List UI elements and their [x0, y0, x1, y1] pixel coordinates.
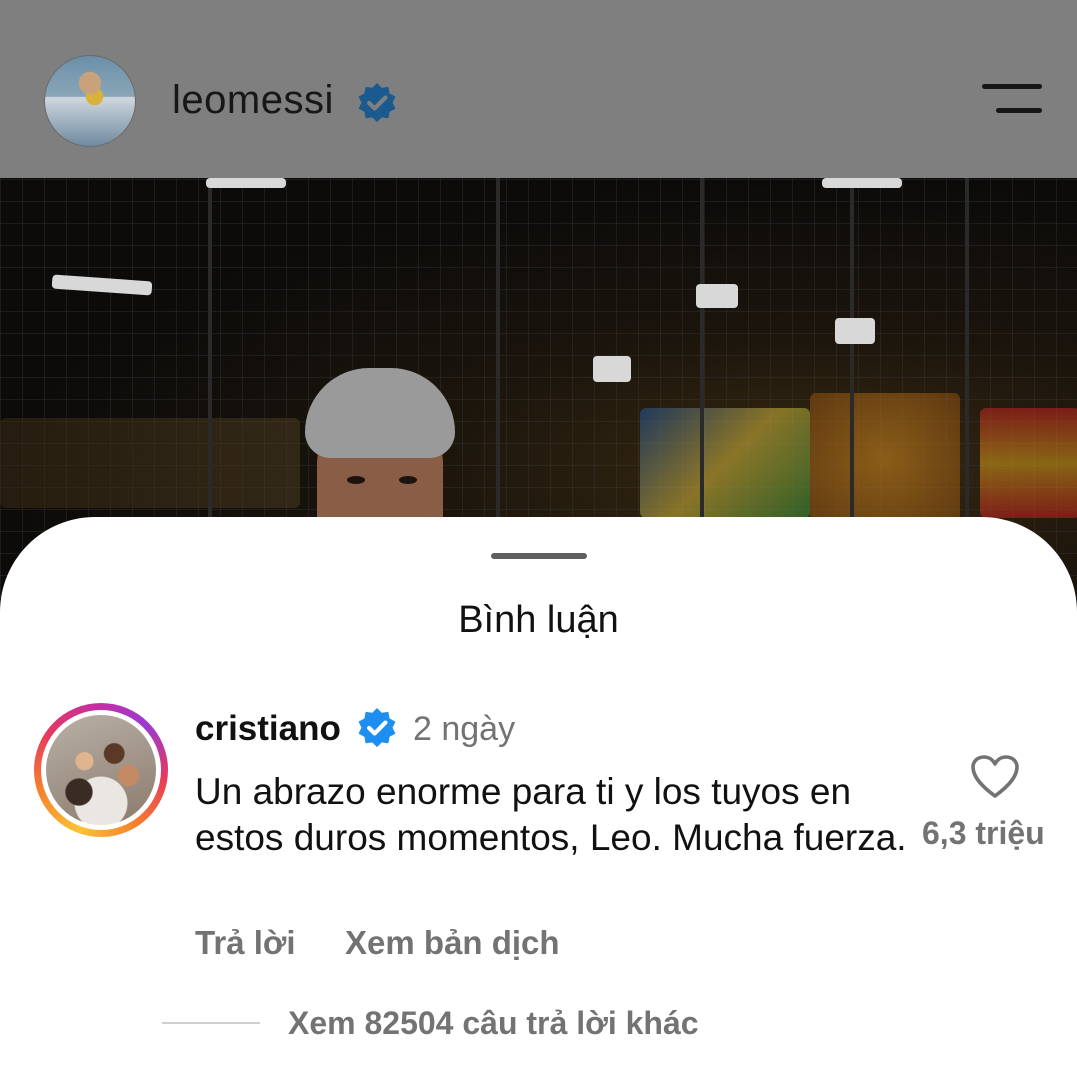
profile-header: leomessi — [0, 0, 1077, 178]
profile-username[interactable]: leomessi — [172, 78, 334, 123]
sheet-drag-handle[interactable] — [491, 553, 587, 559]
view-more-replies-button[interactable]: Xem 82504 câu trả lời khác — [288, 1005, 699, 1042]
commenter-username[interactable]: cristiano — [195, 709, 341, 749]
see-translation-button[interactable]: Xem bản dịch — [345, 924, 560, 962]
hamburger-menu-icon[interactable] — [980, 82, 1044, 118]
like-heart-icon[interactable] — [970, 754, 1020, 800]
verified-badge-icon — [356, 82, 398, 129]
sheet-title: Bình luận — [458, 599, 619, 641]
comment-text: Un abrazo enorme para ti y los tuyos en … — [195, 771, 907, 858]
commenter-avatar[interactable] — [34, 703, 168, 837]
verified-badge-icon — [356, 707, 398, 754]
replies-divider — [162, 1022, 260, 1024]
reply-button[interactable]: Trả lời — [195, 924, 296, 962]
like-count: 6,3 triệu — [922, 815, 1045, 851]
comment-timestamp: 2 ngày — [413, 710, 516, 748]
comments-sheet: Bình luận cristiano 2 ngày Un abrazo eno… — [0, 517, 1077, 1073]
profile-avatar[interactable] — [44, 55, 136, 147]
